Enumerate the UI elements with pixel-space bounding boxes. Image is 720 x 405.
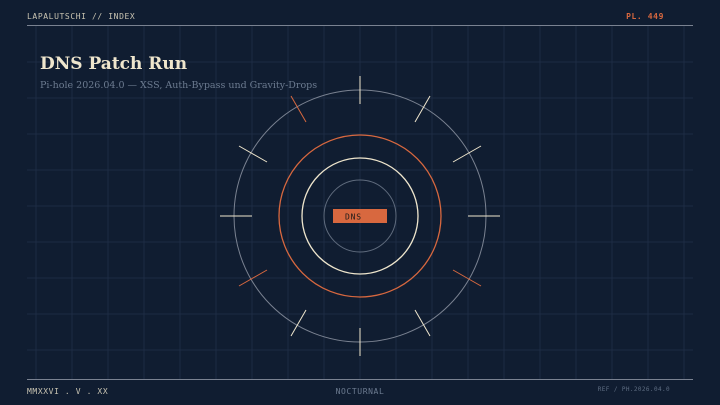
tick-upper-right [414,95,431,123]
bottom-rule [27,379,693,380]
tick-lower-right [414,309,431,337]
target-dial: DNS [220,76,500,356]
plate: LAPALUTSCHI // INDEX PL. 449 DNS Patch R… [0,0,720,405]
tick-right-lower-accent [452,269,482,287]
tick-right-upper [452,145,482,163]
footer-reference: REF / PH.2026.04.0 [597,386,670,393]
dns-label: DNS [345,213,362,222]
tick-left-upper [238,145,268,163]
tick-left-lower-accent [238,269,268,287]
